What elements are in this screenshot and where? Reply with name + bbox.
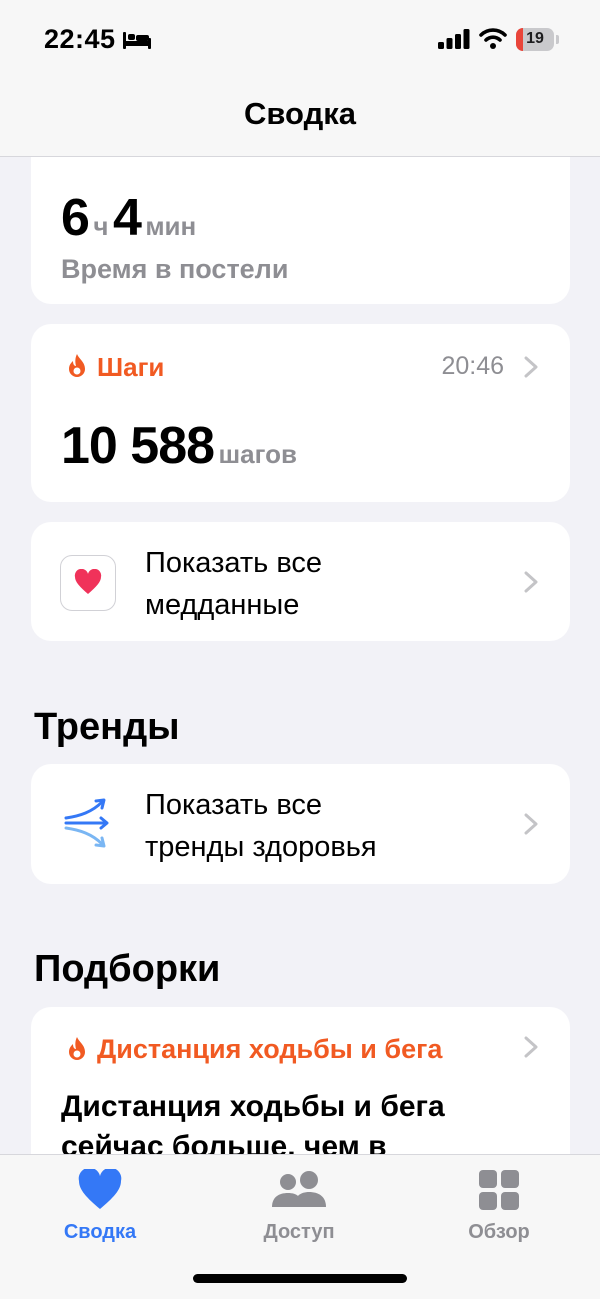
chevron-right-icon (524, 1036, 538, 1058)
people-icon (272, 1171, 326, 1207)
sleep-card[interactable]: 6 ч 4 мин Время в постели (31, 140, 570, 304)
medical-data-label: Показать все медданные (145, 542, 505, 626)
sleep-minutes: 4 (112, 189, 142, 247)
health-trends-label: Показать все тренды здоровья (145, 784, 505, 868)
tab-browse-label: Обзор (468, 1221, 530, 1243)
heart-icon (74, 569, 102, 594)
tab-browse[interactable]: Обзор (434, 1169, 564, 1244)
heart-app-icon (60, 555, 116, 611)
grid-icon (479, 1170, 519, 1210)
medical-data-label-line1: Показать все (145, 547, 323, 579)
home-indicator[interactable] (193, 1274, 407, 1283)
signal-icon (438, 29, 470, 49)
show-all-health-trends-button[interactable]: Показать все тренды здоровья (31, 764, 570, 884)
steps-count: 10 588 (61, 417, 215, 475)
show-all-medical-data-button[interactable]: Показать все медданные (31, 522, 570, 641)
battery-cap (556, 35, 559, 44)
steps-card[interactable]: Шаги 20:46 10 588 шагов (31, 324, 570, 502)
steps-time: 20:46 (441, 352, 504, 380)
collections-section-title: Подборки (34, 948, 221, 990)
bed-icon (123, 32, 151, 49)
steps-title: Шаги (97, 352, 165, 382)
tab-summary-label: Сводка (63, 1221, 137, 1243)
tab-sharing[interactable]: Доступ (234, 1169, 364, 1244)
status-time: 22:45 (44, 24, 116, 54)
health-trends-label-line2: тренды здоровья (145, 831, 377, 863)
walking-running-distance-card[interactable]: Дистанция ходьбы и бега Дистанция ходьбы… (31, 1007, 570, 1167)
tab-sharing-label: Доступ (263, 1221, 335, 1243)
page-title: Сводка (244, 96, 356, 131)
sleep-hours-unit: ч (93, 211, 109, 241)
sleep-label: Время в постели (61, 254, 289, 284)
navigation-header: 22:45 19 Сводка (0, 0, 600, 157)
medical-data-label-line2: медданные (145, 589, 300, 621)
heart-icon (78, 1169, 122, 1209)
chevron-right-icon (524, 813, 538, 835)
chevron-right-icon (524, 571, 538, 593)
trends-section-title: Тренды (34, 706, 180, 748)
flame-icon (69, 354, 85, 377)
sleep-minutes-unit: мин (145, 211, 197, 241)
flame-icon (69, 1037, 85, 1060)
battery-level-label: 19 (526, 30, 544, 47)
tab-summary[interactable]: Сводка (35, 1169, 165, 1244)
trends-arrows-icon (64, 798, 109, 848)
sleep-hours: 6 (61, 189, 90, 247)
steps-value: 10 588 шагов (61, 416, 297, 476)
chevron-right-icon (524, 356, 538, 378)
health-trends-label-line1: Показать все (145, 789, 323, 821)
collection-card-title: Дистанция ходьбы и бега (97, 1034, 443, 1064)
steps-unit: шагов (218, 439, 297, 469)
sleep-value: 6 ч 4 мин (61, 188, 196, 248)
wifi-icon (479, 28, 507, 49)
battery-icon: 19 (516, 28, 554, 51)
